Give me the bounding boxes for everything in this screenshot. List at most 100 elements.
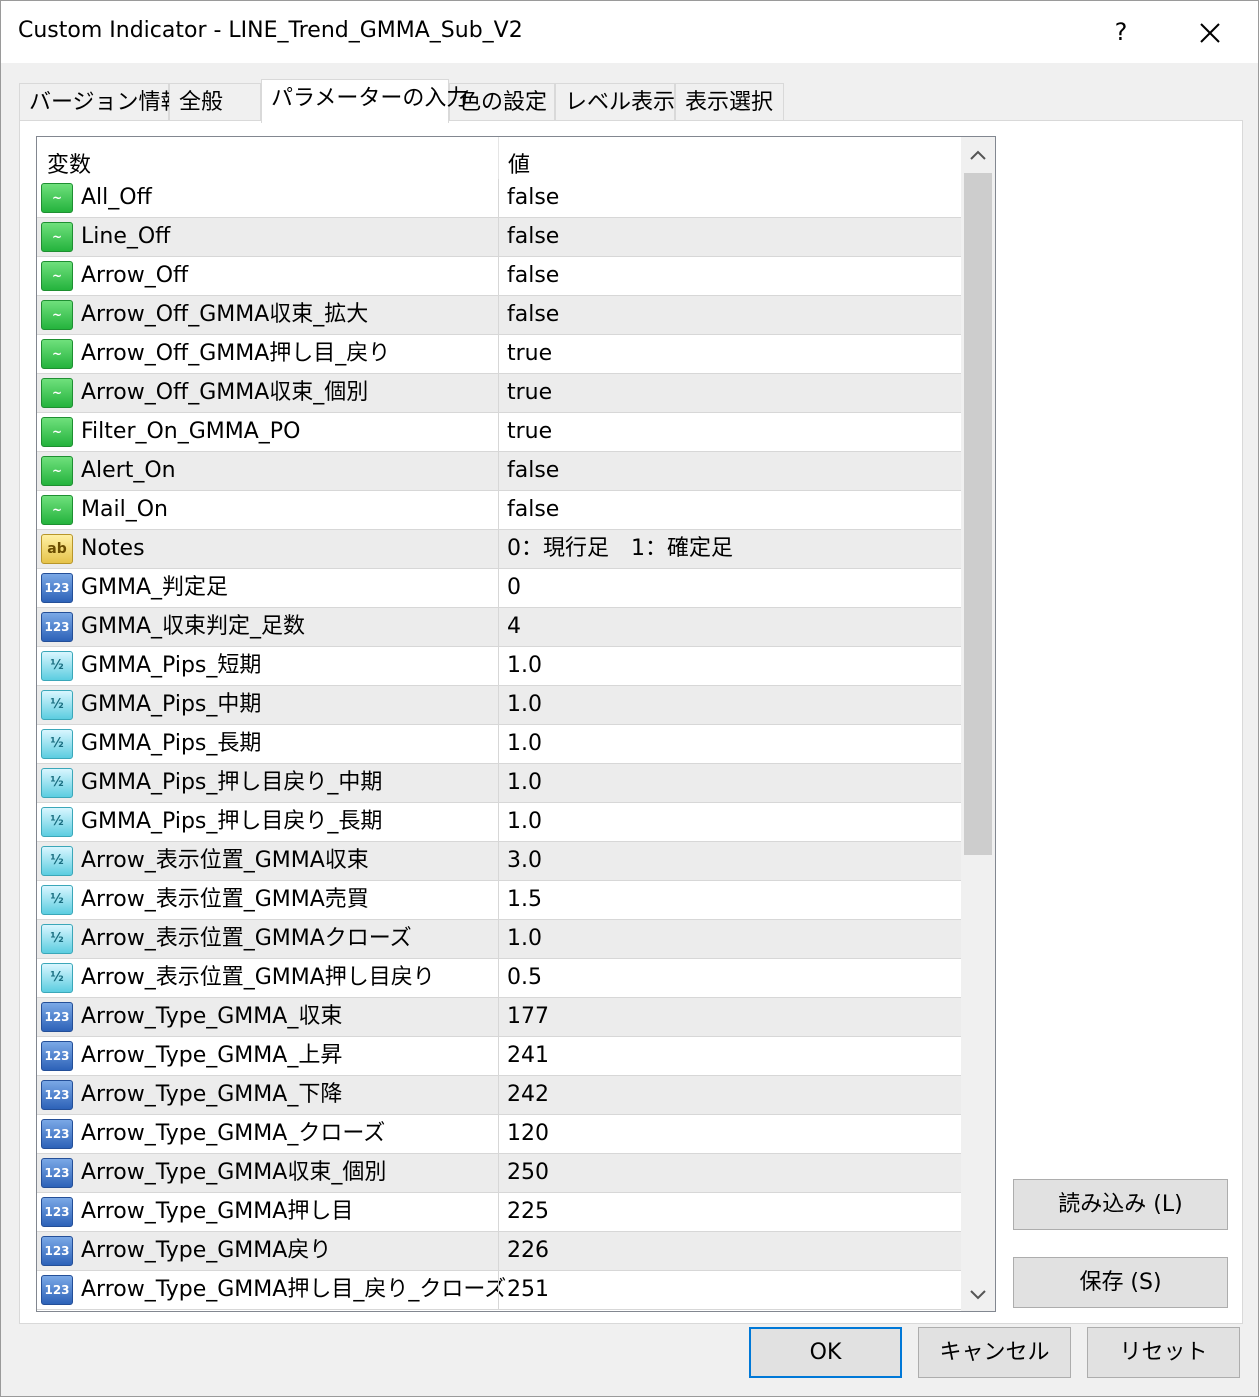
parameter-row[interactable]: ~ Arrow_Off_GMMA収束_個別 true bbox=[37, 374, 961, 413]
parameter-value[interactable]: 250 bbox=[507, 1154, 549, 1192]
cancel-button[interactable]: キャンセル bbox=[918, 1327, 1071, 1378]
parameter-name: Arrow_Off_GMMA押し目_戻り bbox=[81, 341, 391, 366]
parameter-row[interactable]: 123 Arrow_Type_GMMA押し目 225 bbox=[37, 1193, 961, 1232]
parameter-row[interactable]: ~ Arrow_Off false bbox=[37, 257, 961, 296]
save-button[interactable]: 保存 (S) bbox=[1013, 1257, 1228, 1308]
parameter-value[interactable]: false bbox=[507, 491, 559, 529]
parameters-grid[interactable]: 変数 値 ~ All_Off false ~ Line_Off false ~ Arrow_O… bbox=[36, 136, 996, 1312]
parameter-value[interactable]: false bbox=[507, 179, 559, 217]
parameter-name: Arrow_Off_GMMA収束_拡大 bbox=[81, 302, 369, 327]
parameter-name: Arrow_Type_GMMA_クローズ bbox=[81, 1121, 386, 1146]
parameter-row[interactable]: 123 Arrow_Type_GMMA収束_個別 250 bbox=[37, 1154, 961, 1193]
parameter-value[interactable]: 177 bbox=[507, 998, 549, 1036]
parameter-value[interactable]: 251 bbox=[507, 1271, 549, 1309]
tab-version[interactable]: バージョン情報 bbox=[19, 83, 183, 122]
parameter-name: All_Off bbox=[81, 185, 152, 210]
parameter-row[interactable]: 123 Arrow_Type_GMMA戻り 226 bbox=[37, 1232, 961, 1271]
reset-button[interactable]: リセット bbox=[1087, 1327, 1240, 1378]
parameter-value[interactable]: 120 bbox=[507, 1115, 549, 1153]
parameter-row[interactable]: ~ Line_Off false bbox=[37, 218, 961, 257]
double-type-icon: ½ bbox=[41, 651, 73, 681]
tab-visualization[interactable]: 表示選択 bbox=[675, 83, 784, 122]
parameter-row[interactable]: ab Notes 0：現行足 1：確定足 bbox=[37, 530, 961, 569]
parameter-value[interactable]: false bbox=[507, 257, 559, 295]
parameter-row[interactable]: ~ All_Off false bbox=[37, 179, 961, 218]
parameter-row[interactable]: ~ Alert_On false bbox=[37, 452, 961, 491]
parameter-value[interactable]: 0：現行足 1：確定足 bbox=[507, 530, 733, 568]
parameter-row[interactable]: ~ Arrow_Off_GMMA収束_拡大 false bbox=[37, 296, 961, 335]
column-separator bbox=[498, 530, 499, 569]
parameter-value[interactable]: 1.0 bbox=[507, 803, 542, 841]
parameter-value[interactable]: true bbox=[507, 413, 552, 451]
scroll-thumb[interactable] bbox=[964, 173, 992, 855]
parameter-value[interactable]: true bbox=[507, 374, 552, 412]
type-icon-glyph: ½ bbox=[50, 775, 64, 790]
parameter-value[interactable]: 0 bbox=[507, 569, 521, 607]
parameter-row[interactable]: 123 Arrow_Type_GMMA_クローズ 120 bbox=[37, 1115, 961, 1154]
parameter-row[interactable]: ½ Arrow_表示位置_GMMAクローズ 1.0 bbox=[37, 920, 961, 959]
parameter-row[interactable]: 123 Arrow_Type_GMMA_収束 177 bbox=[37, 998, 961, 1037]
parameter-row[interactable]: ½ GMMA_Pips_短期 1.0 bbox=[37, 647, 961, 686]
parameter-name: Arrow_表示位置_GMMA収束 bbox=[81, 848, 369, 873]
parameter-value[interactable]: 241 bbox=[507, 1037, 549, 1075]
vertical-scrollbar[interactable] bbox=[961, 137, 995, 1311]
parameter-row[interactable]: 123 GMMA_判定足 0 bbox=[37, 569, 961, 608]
parameter-name: Alert_On bbox=[81, 458, 176, 483]
parameter-name: Arrow_表示位置_GMMAクローズ bbox=[81, 926, 412, 951]
column-separator bbox=[498, 1271, 499, 1310]
ok-button[interactable]: OK bbox=[749, 1327, 902, 1378]
parameter-value[interactable]: 0.5 bbox=[507, 959, 542, 997]
parameter-row[interactable]: 123 Arrow_Type_GMMA_上昇 241 bbox=[37, 1037, 961, 1076]
parameter-row[interactable]: ½ GMMA_Pips_押し目戻り_中期 1.0 bbox=[37, 764, 961, 803]
scroll-down-button[interactable] bbox=[961, 1277, 995, 1311]
parameter-name: GMMA_Pips_中期 bbox=[81, 692, 262, 717]
type-icon-glyph: 123 bbox=[44, 620, 70, 634]
parameter-row[interactable]: 123 Arrow_Type_GMMA_下降 242 bbox=[37, 1076, 961, 1115]
parameter-row[interactable]: ~ Arrow_Off_GMMA押し目_戻り true bbox=[37, 335, 961, 374]
close-button[interactable] bbox=[1190, 13, 1230, 53]
parameter-value[interactable]: 226 bbox=[507, 1232, 549, 1270]
parameter-row[interactable]: ½ GMMA_Pips_長期 1.0 bbox=[37, 725, 961, 764]
parameter-row[interactable]: ½ Arrow_表示位置_GMMA売買 1.5 bbox=[37, 881, 961, 920]
parameter-value[interactable]: 1.5 bbox=[507, 881, 542, 919]
parameter-row[interactable]: ½ Arrow_表示位置_GMMA押し目戻り 0.5 bbox=[37, 959, 961, 998]
parameter-value[interactable]: 242 bbox=[507, 1076, 549, 1114]
type-icon-glyph: 123 bbox=[44, 1010, 70, 1024]
boolean-type-icon: ~ bbox=[41, 261, 73, 291]
column-separator bbox=[498, 686, 499, 725]
parameter-value[interactable]: 1.0 bbox=[507, 920, 542, 958]
help-button[interactable]: ? bbox=[1106, 15, 1136, 49]
column-separator bbox=[498, 842, 499, 881]
parameter-row[interactable]: ~ Mail_On false bbox=[37, 491, 961, 530]
tab-parameters[interactable]: パラメーターの入力 bbox=[261, 79, 468, 123]
parameter-value[interactable]: 225 bbox=[507, 1193, 549, 1231]
parameter-name: GMMA_Pips_押し目戻り_中期 bbox=[81, 770, 383, 795]
parameter-value[interactable]: 3.0 bbox=[507, 842, 542, 880]
parameter-value[interactable]: false bbox=[507, 452, 559, 490]
parameter-row[interactable]: 123 GMMA_収束判定_足数 4 bbox=[37, 608, 961, 647]
header-value[interactable]: 値 bbox=[508, 147, 530, 179]
type-icon-glyph: ab bbox=[47, 541, 67, 557]
parameter-value[interactable]: false bbox=[507, 296, 559, 334]
parameter-value[interactable]: 4 bbox=[507, 608, 521, 646]
parameter-value[interactable]: 1.0 bbox=[507, 725, 542, 763]
parameter-row[interactable]: ½ GMMA_Pips_中期 1.0 bbox=[37, 686, 961, 725]
parameter-value[interactable]: 1.0 bbox=[507, 764, 542, 802]
string-type-icon: ab bbox=[41, 534, 73, 564]
parameter-row[interactable]: ½ Arrow_表示位置_GMMA収束 3.0 bbox=[37, 842, 961, 881]
parameter-value[interactable]: true bbox=[507, 335, 552, 373]
parameter-row[interactable]: 123 Arrow_Type_GMMA押し目_戻り_クローズ 251 bbox=[37, 1271, 961, 1310]
double-type-icon: ½ bbox=[41, 807, 73, 837]
boolean-type-icon: ~ bbox=[41, 378, 73, 408]
parameter-row[interactable]: ~ Filter_On_GMMA_PO true bbox=[37, 413, 961, 452]
tab-general[interactable]: 全般 bbox=[169, 83, 261, 122]
header-separator[interactable] bbox=[498, 137, 499, 179]
tab-levels[interactable]: レベル表示 bbox=[555, 83, 675, 122]
parameter-row[interactable]: ½ GMMA_Pips_押し目戻り_長期 1.0 bbox=[37, 803, 961, 842]
parameter-value[interactable]: false bbox=[507, 218, 559, 256]
header-variable[interactable]: 変数 bbox=[47, 147, 91, 179]
scroll-up-button[interactable] bbox=[961, 139, 995, 173]
parameter-value[interactable]: 1.0 bbox=[507, 686, 542, 724]
parameter-value[interactable]: 1.0 bbox=[507, 647, 542, 685]
load-button[interactable]: 読み込み (L) bbox=[1013, 1179, 1228, 1230]
